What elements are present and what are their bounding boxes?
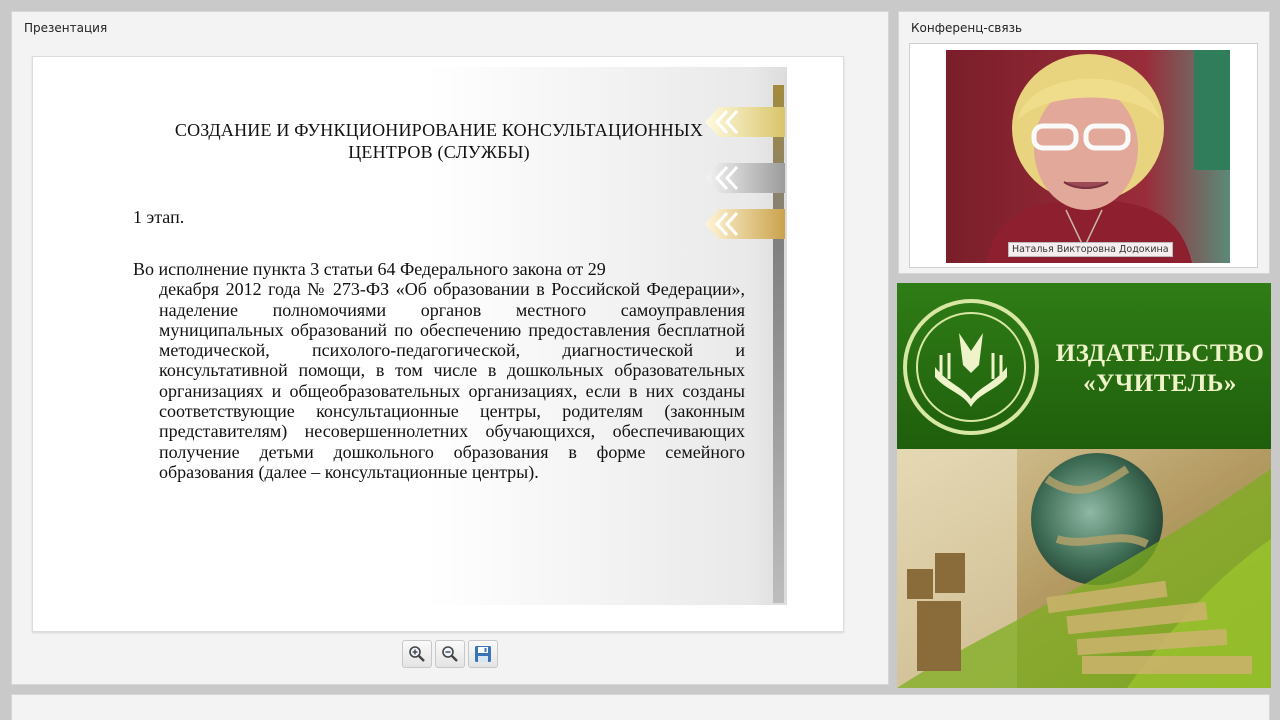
video-frame: Наталья Викторовна Додокина [909, 43, 1258, 268]
slide-body-rest: декабря 2012 года № 273-ФЗ «Об образован… [159, 279, 745, 482]
participant-video[interactable]: Наталья Викторовна Додокина [946, 50, 1230, 263]
zoom-out-icon [442, 646, 458, 662]
bottom-bar [11, 694, 1270, 720]
presentation-slide: СОЗДАНИЕ И ФУНКЦИОНИРОВАНИЕ КОНСУЛЬТАЦИО… [32, 56, 844, 632]
slide-body-first-line: Во исполнение пункта 3 статьи 64 Федерал… [133, 259, 606, 279]
publisher-logo-icon [916, 312, 1026, 422]
publisher-logo [903, 299, 1039, 435]
slide-stage-label: 1 этап. [133, 207, 185, 227]
presentation-panel: Презентация СОЗДАНИЕ И ФУНКЦИОНИРОВАНИЕ … [11, 11, 889, 685]
publisher-banner-photo [897, 449, 1271, 688]
publisher-brand-line2: «УЧИТЕЛЬ» [1083, 370, 1237, 397]
slide-arrow-gray-icon [705, 163, 785, 193]
participant-video-image [946, 50, 1230, 263]
publisher-brand-name: ИЗДАТЕЛЬСТВО «УЧИТЕЛЬ» [1055, 339, 1265, 399]
slide-toolbar [402, 640, 498, 668]
conference-panel: Конференц-связь Наталья Викторовна Додок… [898, 11, 1270, 274]
zoom-in-button[interactable] [402, 640, 432, 668]
zoom-out-button[interactable] [435, 640, 465, 668]
slide-body-text: Во исполнение пункта 3 статьи 64 Федерал… [133, 259, 745, 482]
publisher-brand-line1: ИЗДАТЕЛЬСТВО [1055, 340, 1265, 367]
presentation-panel-title: Презентация [24, 21, 108, 35]
publisher-banner[interactable]: ИЗДАТЕЛЬСТВО «УЧИТЕЛЬ» [897, 283, 1271, 688]
publisher-banner-header: ИЗДАТЕЛЬСТВО «УЧИТЕЛЬ» [897, 283, 1271, 449]
participant-name-tag: Наталья Викторовна Додокина [1008, 242, 1173, 257]
slide-heading: СОЗДАНИЕ И ФУНКЦИОНИРОВАНИЕ КОНСУЛЬТАЦИО… [174, 120, 704, 162]
slide-arrow-gold-icon [705, 209, 785, 239]
save-button[interactable] [468, 640, 498, 668]
save-icon [475, 646, 491, 662]
zoom-in-icon [409, 646, 425, 662]
conference-panel-title: Конференц-связь [911, 21, 1023, 35]
